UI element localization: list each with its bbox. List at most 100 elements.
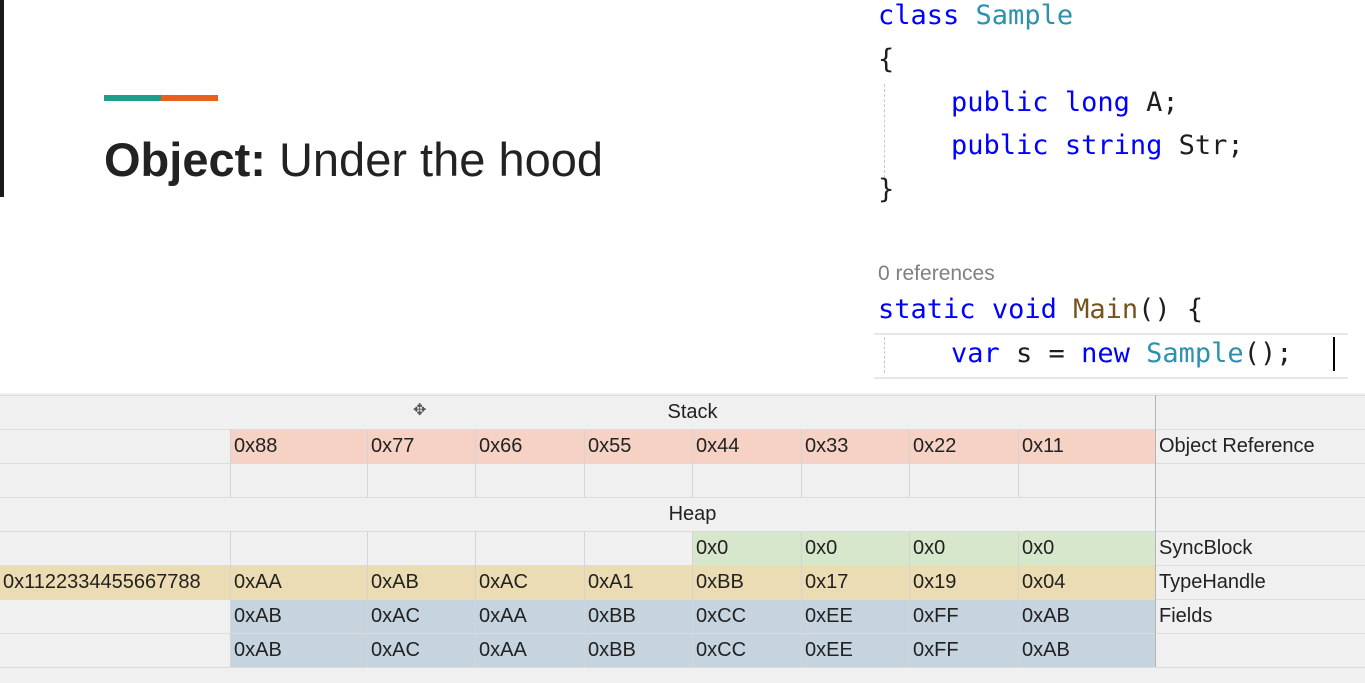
memory-table[interactable]: ✥ Stack 0x88 0x77 0x66 0x55 0x44 0x33 0x22 0x11 O… xyxy=(0,393,1365,683)
code-editor[interactable]: class Sample { public long A; public str… xyxy=(874,0,1365,385)
slide-title: Object: Under the hood xyxy=(104,132,603,187)
memory-byte-cell[interactable]: 0xAB xyxy=(230,599,367,633)
memory-byte-cell[interactable]: 0xAC xyxy=(475,565,584,599)
grid-vline xyxy=(1018,429,1019,497)
keyword-string: string xyxy=(1064,130,1163,161)
field-a-name: A; xyxy=(1146,87,1179,118)
grid-hline xyxy=(0,429,1365,430)
memory-byte-cell[interactable]: 0xCC xyxy=(692,633,801,667)
keyword-long: long xyxy=(1064,87,1130,118)
grid-vline xyxy=(909,531,910,667)
memory-byte-cell[interactable]: 0x0 xyxy=(1018,531,1155,565)
keyword-new: new xyxy=(1081,338,1130,369)
heap-header: Heap xyxy=(0,497,1365,531)
grid-hline xyxy=(0,463,1365,464)
memory-byte-cell[interactable]: 0x33 xyxy=(801,429,909,463)
memory-byte-cell[interactable]: 0x0 xyxy=(801,531,909,565)
keyword-public: public xyxy=(951,87,1049,118)
memory-byte-cell[interactable]: 0x77 xyxy=(367,429,475,463)
code-line-class: class Sample xyxy=(878,0,1073,31)
code-line-close-brace: } xyxy=(878,174,895,205)
memory-byte-cell[interactable]: 0x17 xyxy=(801,565,909,599)
memory-byte-cell[interactable]: 0xAA xyxy=(475,599,584,633)
row-label: Fields xyxy=(1159,605,1213,627)
code-line-open-brace: { xyxy=(878,44,895,75)
memory-byte-cell[interactable]: 0x66 xyxy=(475,429,584,463)
title-accent-bar xyxy=(104,95,218,101)
memory-byte-cell[interactable]: 0x44 xyxy=(692,429,801,463)
type-sample: Sample xyxy=(1146,338,1244,369)
stack-row: 0x88 0x77 0x66 0x55 0x44 0x33 0x22 0x11 Object R… xyxy=(0,429,1365,463)
memory-byte-cell[interactable]: 0xA1 xyxy=(584,565,692,599)
variable-s: s = xyxy=(1016,338,1065,369)
memory-byte-cell[interactable]: 0xAC xyxy=(367,633,475,667)
memory-byte-cell[interactable]: 0x19 xyxy=(909,565,1018,599)
call-parens: (); xyxy=(1243,338,1293,369)
memory-byte-cell[interactable]: 0xAA xyxy=(230,565,367,599)
grid-hline xyxy=(0,633,1365,634)
method-main: Main xyxy=(1073,294,1139,325)
grid-hline xyxy=(0,395,1365,396)
memory-byte-cell[interactable]: 0xBB xyxy=(692,565,801,599)
grid-vline xyxy=(909,429,910,497)
grid-vline xyxy=(801,531,802,667)
keyword-class: class xyxy=(878,0,960,31)
fields-row: 0xAB 0xAC 0xAA 0xBB 0xCC 0xEE 0xFF 0xAB Fields xyxy=(0,599,1365,633)
memory-byte-cell[interactable]: 0xEE xyxy=(801,633,909,667)
indent-guide xyxy=(884,337,885,373)
memory-byte-cell[interactable]: 0xAB xyxy=(367,565,475,599)
syncblock-row: 0x0 0x0 0x0 0x0 SyncBlock xyxy=(0,531,1365,565)
grid-vline xyxy=(692,531,693,667)
code-line-var-s: var s = new Sample(); xyxy=(951,338,1292,369)
grid-vline xyxy=(584,429,585,497)
empty-row xyxy=(0,463,1365,497)
grid-hline xyxy=(0,531,1365,532)
keyword-public: public xyxy=(951,130,1049,161)
memory-byte-cell[interactable]: 0xCC xyxy=(692,599,801,633)
stack-header: Stack xyxy=(0,395,1365,429)
code-lens-references[interactable]: 0 references xyxy=(878,262,995,286)
grid-vline xyxy=(584,531,585,667)
grid-vline xyxy=(367,429,368,497)
indent-guide xyxy=(884,84,885,178)
memory-byte-cell[interactable]: 0xEE xyxy=(801,599,909,633)
grid-vline xyxy=(801,429,802,497)
text-caret xyxy=(1333,337,1335,371)
memory-byte-cell[interactable]: 0x55 xyxy=(584,429,692,463)
memory-byte-cell[interactable]: 0xFF xyxy=(909,633,1018,667)
memory-byte-cell[interactable]: 0xAB xyxy=(230,633,367,667)
presenter-video-strip xyxy=(0,0,4,197)
memory-byte-cell[interactable]: 0x04 xyxy=(1018,565,1155,599)
memory-byte-cell[interactable]: 0xBB xyxy=(584,599,692,633)
grid-hline xyxy=(0,497,1365,498)
memory-byte-cell[interactable]: 0xAA xyxy=(475,633,584,667)
memory-byte-cell[interactable]: 0x88 xyxy=(230,429,367,463)
main-signature-rest: () { xyxy=(1138,294,1204,325)
code-line-field-str: public string Str; xyxy=(951,130,1244,161)
heap-header-text: Heap xyxy=(668,503,717,525)
grid-vline xyxy=(1018,531,1019,667)
field-str-name: Str; xyxy=(1178,130,1244,161)
grid-hline xyxy=(0,667,1365,668)
stack-header-text: Stack xyxy=(667,401,718,423)
grid-vline xyxy=(692,429,693,497)
memory-byte-cell[interactable]: 0xAB xyxy=(1018,599,1155,633)
grid-hline xyxy=(0,599,1365,600)
row-label: Object Reference xyxy=(1159,435,1315,457)
code-line-field-a: public long A; xyxy=(951,87,1179,118)
memory-byte-cell[interactable]: 0x11 xyxy=(1018,429,1155,463)
memory-byte-cell[interactable]: 0xFF xyxy=(909,599,1018,633)
accent-orange-segment xyxy=(161,95,218,101)
typehandle-row: 0x1122334455667788 0xAA 0xAB 0xAC 0xA1 0xBB 0x… xyxy=(0,565,1365,599)
memory-byte-cell[interactable]: 0xAC xyxy=(367,599,475,633)
memory-byte-cell[interactable]: 0x22 xyxy=(909,429,1018,463)
memory-byte-cell[interactable]: 0x0 xyxy=(692,531,801,565)
memory-byte-cell[interactable]: 0xAB xyxy=(1018,633,1155,667)
grid-vline xyxy=(230,429,231,497)
grid-vline xyxy=(367,531,368,667)
memory-byte-cell[interactable]: 0xBB xyxy=(584,633,692,667)
keyword-static: static xyxy=(878,294,976,325)
memory-byte-cell[interactable]: 0x0 xyxy=(909,531,1018,565)
grid-vline xyxy=(475,429,476,497)
row-label: TypeHandle xyxy=(1159,571,1266,593)
